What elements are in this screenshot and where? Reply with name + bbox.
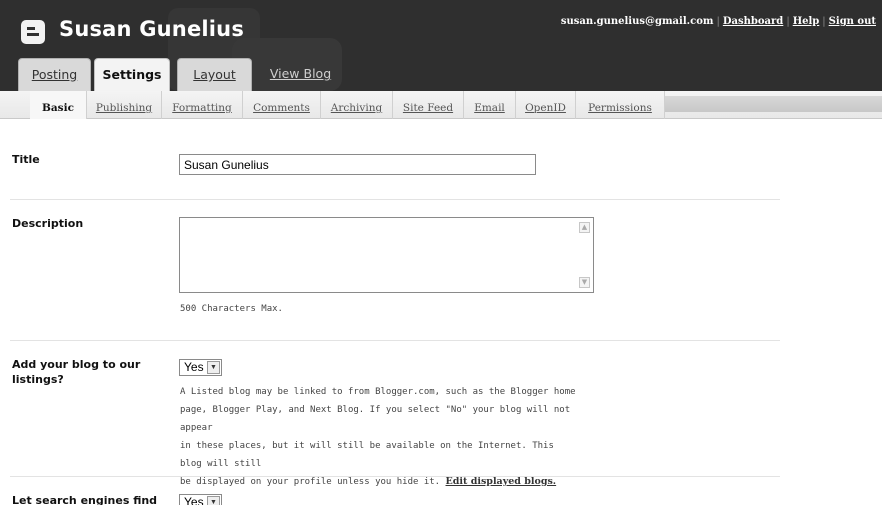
subtab-openid[interactable]: OpenID (516, 91, 576, 119)
listing-label: Add your blog to our listings? (12, 358, 141, 386)
tab-view-blog[interactable]: View Blog (258, 58, 343, 91)
scroll-up-icon[interactable]: ▲ (579, 222, 590, 233)
subtab-basic[interactable]: Basic (30, 91, 87, 119)
title-label: Title (12, 153, 40, 166)
user-email: susan.gunelius@gmail.com (560, 16, 714, 27)
subtab-site-feed[interactable]: Site Feed (393, 91, 464, 119)
chevron-down-icon: ▼ (207, 496, 220, 505)
subtab-formatting[interactable]: Formatting (162, 91, 243, 119)
tab-layout[interactable]: Layout (177, 58, 252, 91)
settings-subnav: Basic Publishing Formatting Comments Arc… (0, 91, 882, 119)
sign-out-link[interactable]: Sign out (829, 16, 876, 27)
subtab-permissions[interactable]: Permissions (576, 91, 665, 119)
scroll-down-icon[interactable]: ▼ (579, 277, 590, 288)
edit-displayed-blogs-link[interactable]: Edit displayed blogs. (446, 476, 557, 487)
dashboard-link[interactable]: Dashboard (723, 16, 783, 27)
search-engines-label: Let search engines find (12, 494, 158, 505)
description-hint: 500 Characters Max. (180, 304, 283, 314)
listing-select[interactable]: Yes ▼ (179, 359, 222, 376)
blogger-logo-icon[interactable] (21, 20, 45, 44)
tab-posting[interactable]: Posting (18, 58, 91, 91)
blogger-header: Susan Gunelius susan.gunelius@gmail.com |… (0, 0, 882, 91)
subtab-comments[interactable]: Comments (243, 91, 321, 119)
title-input[interactable] (179, 154, 536, 175)
subtab-publishing[interactable]: Publishing (87, 91, 162, 119)
user-links: susan.gunelius@gmail.com | Dashboard | Help |… (560, 16, 876, 27)
subtab-archiving[interactable]: Archiving (321, 91, 393, 119)
description-textarea[interactable]: ▲ ▼ (179, 217, 594, 293)
tab-settings[interactable]: Settings (94, 58, 170, 91)
search-engines-select[interactable]: Yes ▼ (179, 494, 222, 505)
blog-title: Susan Gunelius (59, 17, 245, 41)
description-label: Description (12, 217, 84, 230)
listing-description: A Listed blog may be linked to from Blog… (180, 387, 576, 487)
help-link[interactable]: Help (793, 16, 820, 27)
chevron-down-icon: ▼ (207, 361, 220, 374)
subtab-email[interactable]: Email (464, 91, 516, 119)
